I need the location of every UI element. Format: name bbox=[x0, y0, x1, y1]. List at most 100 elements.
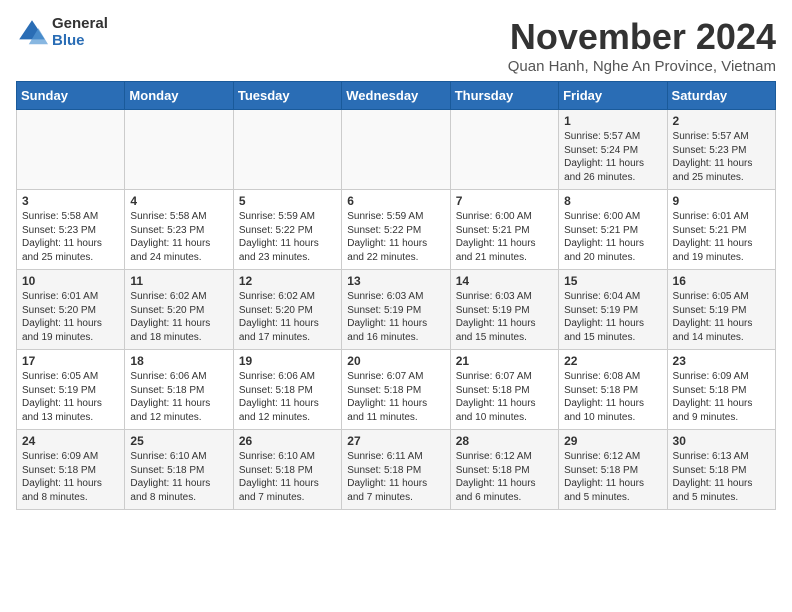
day-number: 20 bbox=[347, 354, 444, 368]
day-info: Sunrise: 6:09 AM Sunset: 5:18 PM Dayligh… bbox=[22, 450, 119, 504]
day-info: Sunrise: 5:59 AM Sunset: 5:22 PM Dayligh… bbox=[347, 210, 444, 264]
day-number: 17 bbox=[22, 354, 119, 368]
day-cell: 15 Sunrise: 6:04 AM Sunset: 5:19 PM Dayli… bbox=[559, 270, 667, 350]
day-cell: 5Sunrise: 5:59 AM Sunset: 5:22 PM Daylig… bbox=[233, 190, 341, 270]
day-number: 26 bbox=[239, 434, 336, 448]
day-info: Sunrise: 6:06 AM Sunset: 5:18 PM Dayligh… bbox=[130, 370, 227, 424]
day-number: 15 bbox=[564, 274, 661, 288]
week-row-1: 1 Sunrise: 5:57 AM Sunset: 5:24 PM Daylig… bbox=[17, 110, 776, 190]
header-cell-tuesday: Tuesday bbox=[233, 82, 341, 110]
day-info: Sunrise: 6:06 AM Sunset: 5:18 PM Dayligh… bbox=[239, 370, 336, 424]
day-cell: 6 Sunrise: 5:59 AM Sunset: 5:22 PM Daylig… bbox=[342, 190, 450, 270]
day-cell: 27Sunrise: 6:11 AM Sunset: 5:18 PM Dayli… bbox=[342, 430, 450, 510]
subtitle: Quan Hanh, Nghe An Province, Vietnam bbox=[508, 58, 776, 75]
day-number: 24 bbox=[22, 434, 119, 448]
day-number: 13 bbox=[347, 274, 444, 288]
day-cell: 3 Sunrise: 5:58 AM Sunset: 5:23 PM Daylig… bbox=[17, 190, 125, 270]
day-cell bbox=[17, 110, 125, 190]
day-cell: 8Sunrise: 6:00 AM Sunset: 5:21 PM Daylig… bbox=[559, 190, 667, 270]
day-info: Sunrise: 5:57 AM Sunset: 5:24 PM Dayligh… bbox=[564, 130, 661, 184]
day-number: 9 bbox=[673, 194, 770, 208]
week-row-2: 3 Sunrise: 5:58 AM Sunset: 5:23 PM Daylig… bbox=[17, 190, 776, 270]
day-info: Sunrise: 6:05 AM Sunset: 5:19 PM Dayligh… bbox=[22, 370, 119, 424]
day-info: Sunrise: 6:07 AM Sunset: 5:18 PM Dayligh… bbox=[456, 370, 553, 424]
day-cell: 21 Sunrise: 6:07 AM Sunset: 5:18 PM Dayli… bbox=[450, 350, 558, 430]
day-info: Sunrise: 6:12 AM Sunset: 5:18 PM Dayligh… bbox=[564, 450, 661, 504]
day-number: 16 bbox=[673, 274, 770, 288]
day-number: 8 bbox=[564, 194, 661, 208]
day-cell: 29 Sunrise: 6:12 AM Sunset: 5:18 PM Dayli… bbox=[559, 430, 667, 510]
day-info: Sunrise: 5:58 AM Sunset: 5:23 PM Dayligh… bbox=[130, 210, 227, 264]
day-info: Sunrise: 6:09 AM Sunset: 5:18 PM Dayligh… bbox=[673, 370, 770, 424]
day-cell bbox=[233, 110, 341, 190]
calendar-body: 1 Sunrise: 5:57 AM Sunset: 5:24 PM Daylig… bbox=[17, 110, 776, 510]
day-cell bbox=[450, 110, 558, 190]
day-info: Sunrise: 6:10 AM Sunset: 5:18 PM Dayligh… bbox=[130, 450, 227, 504]
day-number: 12 bbox=[239, 274, 336, 288]
day-cell: 18 Sunrise: 6:06 AM Sunset: 5:18 PM Dayli… bbox=[125, 350, 233, 430]
day-number: 10 bbox=[22, 274, 119, 288]
day-number: 5 bbox=[239, 194, 336, 208]
day-cell: 12 Sunrise: 6:02 AM Sunset: 5:20 PM Dayli… bbox=[233, 270, 341, 350]
logo-general-text: General bbox=[52, 16, 108, 33]
week-row-4: 17 Sunrise: 6:05 AM Sunset: 5:19 PM Dayli… bbox=[17, 350, 776, 430]
day-number: 23 bbox=[673, 354, 770, 368]
day-number: 19 bbox=[239, 354, 336, 368]
day-number: 22 bbox=[564, 354, 661, 368]
day-cell: 1 Sunrise: 5:57 AM Sunset: 5:24 PM Daylig… bbox=[559, 110, 667, 190]
day-number: 29 bbox=[564, 434, 661, 448]
day-number: 11 bbox=[130, 274, 227, 288]
calendar-header: SundayMondayTuesdayWednesdayThursdayFrid… bbox=[17, 82, 776, 110]
day-cell: 7Sunrise: 6:00 AM Sunset: 5:21 PM Daylig… bbox=[450, 190, 558, 270]
day-number: 21 bbox=[456, 354, 553, 368]
day-info: Sunrise: 6:04 AM Sunset: 5:19 PM Dayligh… bbox=[564, 290, 661, 344]
header-cell-friday: Friday bbox=[559, 82, 667, 110]
day-cell: 11Sunrise: 6:02 AM Sunset: 5:20 PM Dayli… bbox=[125, 270, 233, 350]
day-cell: 10 Sunrise: 6:01 AM Sunset: 5:20 PM Dayli… bbox=[17, 270, 125, 350]
day-info: Sunrise: 5:58 AM Sunset: 5:23 PM Dayligh… bbox=[22, 210, 119, 264]
header-cell-monday: Monday bbox=[125, 82, 233, 110]
day-info: Sunrise: 6:00 AM Sunset: 5:21 PM Dayligh… bbox=[456, 210, 553, 264]
day-info: Sunrise: 6:13 AM Sunset: 5:18 PM Dayligh… bbox=[673, 450, 770, 504]
day-cell: 28 Sunrise: 6:12 AM Sunset: 5:18 PM Dayli… bbox=[450, 430, 558, 510]
day-cell: 25 Sunrise: 6:10 AM Sunset: 5:18 PM Dayli… bbox=[125, 430, 233, 510]
title-area: November 2024 Quan Hanh, Nghe An Provinc… bbox=[508, 16, 776, 75]
week-row-3: 10 Sunrise: 6:01 AM Sunset: 5:20 PM Dayli… bbox=[17, 270, 776, 350]
day-number: 1 bbox=[564, 114, 661, 128]
header-row: SundayMondayTuesdayWednesdayThursdayFrid… bbox=[17, 82, 776, 110]
day-number: 28 bbox=[456, 434, 553, 448]
logo: General Blue bbox=[16, 16, 108, 49]
day-cell bbox=[342, 110, 450, 190]
day-info: Sunrise: 6:01 AM Sunset: 5:20 PM Dayligh… bbox=[22, 290, 119, 344]
day-cell: 16 Sunrise: 6:05 AM Sunset: 5:19 PM Dayli… bbox=[667, 270, 775, 350]
day-number: 25 bbox=[130, 434, 227, 448]
day-number: 27 bbox=[347, 434, 444, 448]
day-info: Sunrise: 6:10 AM Sunset: 5:18 PM Dayligh… bbox=[239, 450, 336, 504]
day-cell bbox=[125, 110, 233, 190]
day-info: Sunrise: 6:08 AM Sunset: 5:18 PM Dayligh… bbox=[564, 370, 661, 424]
day-cell: 13Sunrise: 6:03 AM Sunset: 5:19 PM Dayli… bbox=[342, 270, 450, 350]
day-number: 14 bbox=[456, 274, 553, 288]
logo-blue-text: Blue bbox=[52, 33, 108, 50]
day-cell: 22 Sunrise: 6:08 AM Sunset: 5:18 PM Dayli… bbox=[559, 350, 667, 430]
logo-icon bbox=[16, 17, 48, 49]
day-number: 30 bbox=[673, 434, 770, 448]
day-number: 6 bbox=[347, 194, 444, 208]
day-number: 4 bbox=[130, 194, 227, 208]
calendar-table: SundayMondayTuesdayWednesdayThursdayFrid… bbox=[16, 81, 776, 510]
header: General Blue November 2024 Quan Hanh, Ng… bbox=[16, 16, 776, 75]
day-info: Sunrise: 6:12 AM Sunset: 5:18 PM Dayligh… bbox=[456, 450, 553, 504]
logo-text: General Blue bbox=[52, 16, 108, 49]
day-number: 3 bbox=[22, 194, 119, 208]
day-info: Sunrise: 6:05 AM Sunset: 5:19 PM Dayligh… bbox=[673, 290, 770, 344]
week-row-5: 24 Sunrise: 6:09 AM Sunset: 5:18 PM Dayli… bbox=[17, 430, 776, 510]
header-cell-saturday: Saturday bbox=[667, 82, 775, 110]
day-info: Sunrise: 6:03 AM Sunset: 5:19 PM Dayligh… bbox=[456, 290, 553, 344]
day-cell: 9 Sunrise: 6:01 AM Sunset: 5:21 PM Daylig… bbox=[667, 190, 775, 270]
day-number: 18 bbox=[130, 354, 227, 368]
day-number: 2 bbox=[673, 114, 770, 128]
day-info: Sunrise: 6:02 AM Sunset: 5:20 PM Dayligh… bbox=[239, 290, 336, 344]
day-info: Sunrise: 6:01 AM Sunset: 5:21 PM Dayligh… bbox=[673, 210, 770, 264]
day-cell: 30 Sunrise: 6:13 AM Sunset: 5:18 PM Dayli… bbox=[667, 430, 775, 510]
day-cell: 23 Sunrise: 6:09 AM Sunset: 5:18 PM Dayli… bbox=[667, 350, 775, 430]
